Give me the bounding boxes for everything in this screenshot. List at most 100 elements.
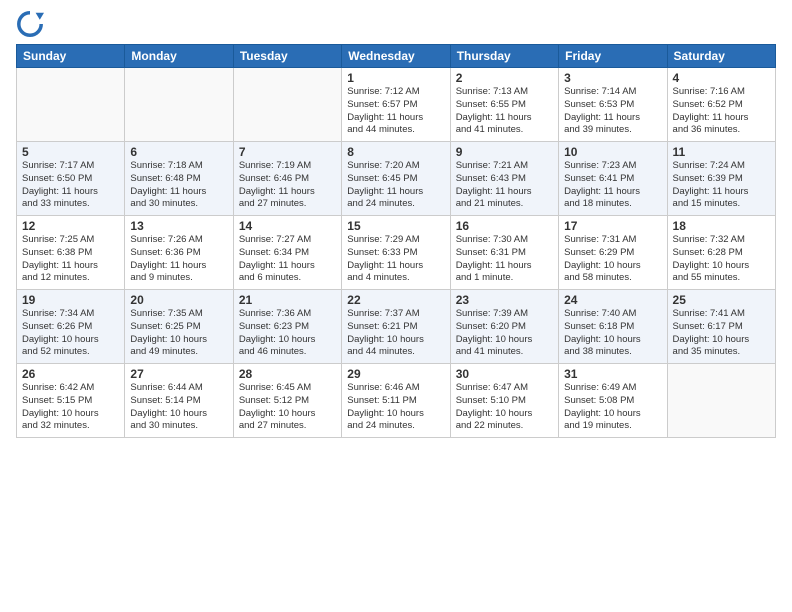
calendar-cell: 26Sunrise: 6:42 AM Sunset: 5:15 PM Dayli… (17, 364, 125, 438)
page: SundayMondayTuesdayWednesdayThursdayFrid… (0, 0, 792, 612)
day-info: Sunrise: 7:14 AM Sunset: 6:53 PM Dayligh… (564, 86, 661, 137)
day-info: Sunrise: 7:24 AM Sunset: 6:39 PM Dayligh… (673, 160, 770, 211)
day-number: 9 (456, 145, 553, 159)
day-info: Sunrise: 7:32 AM Sunset: 6:28 PM Dayligh… (673, 234, 770, 285)
calendar-cell: 13Sunrise: 7:26 AM Sunset: 6:36 PM Dayli… (125, 216, 233, 290)
calendar-cell: 1Sunrise: 7:12 AM Sunset: 6:57 PM Daylig… (342, 68, 450, 142)
calendar-table: SundayMondayTuesdayWednesdayThursdayFrid… (16, 44, 776, 438)
calendar-cell: 6Sunrise: 7:18 AM Sunset: 6:48 PM Daylig… (125, 142, 233, 216)
calendar-cell: 9Sunrise: 7:21 AM Sunset: 6:43 PM Daylig… (450, 142, 558, 216)
calendar-cell (17, 68, 125, 142)
calendar-cell (125, 68, 233, 142)
day-info: Sunrise: 7:41 AM Sunset: 6:17 PM Dayligh… (673, 308, 770, 359)
calendar-cell (233, 68, 341, 142)
day-info: Sunrise: 7:29 AM Sunset: 6:33 PM Dayligh… (347, 234, 444, 285)
calendar-cell: 12Sunrise: 7:25 AM Sunset: 6:38 PM Dayli… (17, 216, 125, 290)
day-number: 17 (564, 219, 661, 233)
calendar-week-row: 5Sunrise: 7:17 AM Sunset: 6:50 PM Daylig… (17, 142, 776, 216)
calendar-cell: 11Sunrise: 7:24 AM Sunset: 6:39 PM Dayli… (667, 142, 775, 216)
day-number: 15 (347, 219, 444, 233)
day-info: Sunrise: 6:49 AM Sunset: 5:08 PM Dayligh… (564, 382, 661, 433)
day-number: 4 (673, 71, 770, 85)
day-number: 20 (130, 293, 227, 307)
calendar-cell: 22Sunrise: 7:37 AM Sunset: 6:21 PM Dayli… (342, 290, 450, 364)
calendar-cell: 14Sunrise: 7:27 AM Sunset: 6:34 PM Dayli… (233, 216, 341, 290)
day-info: Sunrise: 7:35 AM Sunset: 6:25 PM Dayligh… (130, 308, 227, 359)
weekday-header-tuesday: Tuesday (233, 45, 341, 68)
calendar-cell: 21Sunrise: 7:36 AM Sunset: 6:23 PM Dayli… (233, 290, 341, 364)
calendar-week-row: 12Sunrise: 7:25 AM Sunset: 6:38 PM Dayli… (17, 216, 776, 290)
logo (16, 10, 46, 38)
day-info: Sunrise: 7:40 AM Sunset: 6:18 PM Dayligh… (564, 308, 661, 359)
day-info: Sunrise: 6:47 AM Sunset: 5:10 PM Dayligh… (456, 382, 553, 433)
day-info: Sunrise: 7:39 AM Sunset: 6:20 PM Dayligh… (456, 308, 553, 359)
day-number: 13 (130, 219, 227, 233)
calendar-cell: 7Sunrise: 7:19 AM Sunset: 6:46 PM Daylig… (233, 142, 341, 216)
day-number: 2 (456, 71, 553, 85)
day-info: Sunrise: 7:36 AM Sunset: 6:23 PM Dayligh… (239, 308, 336, 359)
logo-icon (16, 10, 44, 38)
day-info: Sunrise: 7:34 AM Sunset: 6:26 PM Dayligh… (22, 308, 119, 359)
calendar-cell: 19Sunrise: 7:34 AM Sunset: 6:26 PM Dayli… (17, 290, 125, 364)
calendar-week-row: 26Sunrise: 6:42 AM Sunset: 5:15 PM Dayli… (17, 364, 776, 438)
calendar-cell: 23Sunrise: 7:39 AM Sunset: 6:20 PM Dayli… (450, 290, 558, 364)
calendar-cell: 27Sunrise: 6:44 AM Sunset: 5:14 PM Dayli… (125, 364, 233, 438)
day-number: 27 (130, 367, 227, 381)
day-number: 18 (673, 219, 770, 233)
day-info: Sunrise: 7:26 AM Sunset: 6:36 PM Dayligh… (130, 234, 227, 285)
day-number: 25 (673, 293, 770, 307)
day-number: 24 (564, 293, 661, 307)
day-number: 29 (347, 367, 444, 381)
day-number: 31 (564, 367, 661, 381)
calendar-cell: 2Sunrise: 7:13 AM Sunset: 6:55 PM Daylig… (450, 68, 558, 142)
weekday-header-saturday: Saturday (667, 45, 775, 68)
day-info: Sunrise: 7:17 AM Sunset: 6:50 PM Dayligh… (22, 160, 119, 211)
weekday-header-thursday: Thursday (450, 45, 558, 68)
calendar-cell: 3Sunrise: 7:14 AM Sunset: 6:53 PM Daylig… (559, 68, 667, 142)
calendar-cell: 20Sunrise: 7:35 AM Sunset: 6:25 PM Dayli… (125, 290, 233, 364)
day-number: 6 (130, 145, 227, 159)
calendar-cell: 16Sunrise: 7:30 AM Sunset: 6:31 PM Dayli… (450, 216, 558, 290)
day-info: Sunrise: 7:12 AM Sunset: 6:57 PM Dayligh… (347, 86, 444, 137)
day-info: Sunrise: 7:31 AM Sunset: 6:29 PM Dayligh… (564, 234, 661, 285)
day-number: 23 (456, 293, 553, 307)
day-number: 14 (239, 219, 336, 233)
day-info: Sunrise: 6:42 AM Sunset: 5:15 PM Dayligh… (22, 382, 119, 433)
weekday-header-friday: Friday (559, 45, 667, 68)
calendar-cell: 4Sunrise: 7:16 AM Sunset: 6:52 PM Daylig… (667, 68, 775, 142)
day-info: Sunrise: 6:46 AM Sunset: 5:11 PM Dayligh… (347, 382, 444, 433)
day-info: Sunrise: 7:25 AM Sunset: 6:38 PM Dayligh… (22, 234, 119, 285)
day-number: 8 (347, 145, 444, 159)
day-info: Sunrise: 6:44 AM Sunset: 5:14 PM Dayligh… (130, 382, 227, 433)
calendar-cell (667, 364, 775, 438)
day-info: Sunrise: 7:21 AM Sunset: 6:43 PM Dayligh… (456, 160, 553, 211)
day-info: Sunrise: 7:20 AM Sunset: 6:45 PM Dayligh… (347, 160, 444, 211)
calendar-cell: 31Sunrise: 6:49 AM Sunset: 5:08 PM Dayli… (559, 364, 667, 438)
day-info: Sunrise: 6:45 AM Sunset: 5:12 PM Dayligh… (239, 382, 336, 433)
day-info: Sunrise: 7:18 AM Sunset: 6:48 PM Dayligh… (130, 160, 227, 211)
calendar-week-row: 1Sunrise: 7:12 AM Sunset: 6:57 PM Daylig… (17, 68, 776, 142)
calendar-cell: 30Sunrise: 6:47 AM Sunset: 5:10 PM Dayli… (450, 364, 558, 438)
day-number: 11 (673, 145, 770, 159)
day-number: 3 (564, 71, 661, 85)
day-info: Sunrise: 7:37 AM Sunset: 6:21 PM Dayligh… (347, 308, 444, 359)
weekday-header-monday: Monday (125, 45, 233, 68)
day-info: Sunrise: 7:30 AM Sunset: 6:31 PM Dayligh… (456, 234, 553, 285)
calendar-cell: 17Sunrise: 7:31 AM Sunset: 6:29 PM Dayli… (559, 216, 667, 290)
day-number: 5 (22, 145, 119, 159)
day-number: 22 (347, 293, 444, 307)
day-info: Sunrise: 7:13 AM Sunset: 6:55 PM Dayligh… (456, 86, 553, 137)
weekday-header-sunday: Sunday (17, 45, 125, 68)
calendar-week-row: 19Sunrise: 7:34 AM Sunset: 6:26 PM Dayli… (17, 290, 776, 364)
calendar-cell: 15Sunrise: 7:29 AM Sunset: 6:33 PM Dayli… (342, 216, 450, 290)
weekday-header-row: SundayMondayTuesdayWednesdayThursdayFrid… (17, 45, 776, 68)
day-number: 1 (347, 71, 444, 85)
calendar-cell: 29Sunrise: 6:46 AM Sunset: 5:11 PM Dayli… (342, 364, 450, 438)
calendar-cell: 5Sunrise: 7:17 AM Sunset: 6:50 PM Daylig… (17, 142, 125, 216)
calendar-cell: 28Sunrise: 6:45 AM Sunset: 5:12 PM Dayli… (233, 364, 341, 438)
calendar-cell: 10Sunrise: 7:23 AM Sunset: 6:41 PM Dayli… (559, 142, 667, 216)
day-number: 7 (239, 145, 336, 159)
weekday-header-wednesday: Wednesday (342, 45, 450, 68)
day-number: 21 (239, 293, 336, 307)
header (16, 10, 776, 38)
